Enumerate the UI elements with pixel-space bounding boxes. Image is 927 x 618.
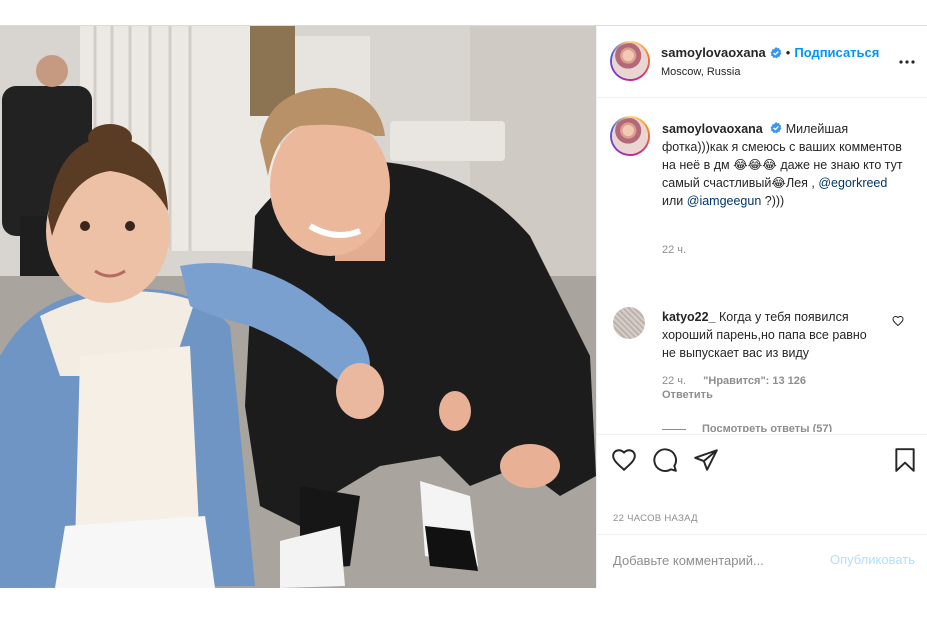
action-bar <box>597 434 927 494</box>
author-username[interactable]: samoylovaoxana <box>661 45 766 60</box>
commenter-avatar[interactable] <box>613 307 645 339</box>
post-header: samoylovaoxana • Подписаться Moscow, Rus… <box>597 26 927 98</box>
reply-button[interactable]: Ответить <box>662 389 713 401</box>
publish-button[interactable]: Опубликовать <box>830 552 915 567</box>
caption-avatar[interactable] <box>610 116 650 156</box>
share-icon[interactable] <box>693 447 719 473</box>
caption-body-2: или <box>662 194 684 208</box>
separator-dot: • <box>785 45 791 60</box>
comment-time: 22 ч. <box>662 375 687 387</box>
caption-username[interactable]: samoylovaoxana <box>662 122 763 136</box>
mention-egorkreed[interactable]: @egorkreed <box>818 176 887 190</box>
comment-text: katyo22_ Когда у тебя появился хороший п… <box>662 308 882 362</box>
post-sidebar: samoylovaoxana • Подписаться Moscow, Rus… <box>596 26 927 588</box>
caption-body-3: ?))) <box>764 194 785 208</box>
verified-badge-icon <box>770 46 782 58</box>
view-replies-button[interactable]: Посмотреть ответы (57) <box>662 423 832 432</box>
add-comment-bar: Опубликовать <box>597 534 927 588</box>
post-location[interactable]: Moscow, Russia <box>661 66 740 78</box>
comment-input[interactable] <box>613 550 823 570</box>
photo-illustration <box>0 26 596 588</box>
comment-meta: 22 ч. "Нравится": 13 126 <box>662 375 806 387</box>
comments-section[interactable]: samoylovaoxana Милейшая фотка)))как я см… <box>597 99 927 432</box>
verified-badge-icon <box>770 122 782 134</box>
mention-iamgeegun[interactable]: @iamgeegun <box>687 194 762 208</box>
post-photo[interactable] <box>0 26 596 588</box>
bookmark-icon[interactable] <box>892 447 918 473</box>
comment-heart-icon[interactable] <box>892 315 904 327</box>
commenter-username[interactable]: katyo22_ <box>662 310 716 324</box>
caption-text: samoylovaoxana Милейшая фотка)))как я см… <box>662 120 907 210</box>
heart-icon[interactable] <box>611 447 637 473</box>
author-row: samoylovaoxana • Подписаться <box>661 45 879 60</box>
caption-time: 22 ч. <box>662 244 687 256</box>
instagram-post: samoylovaoxana • Подписаться Moscow, Rus… <box>0 25 927 588</box>
author-avatar[interactable] <box>610 41 650 81</box>
comment-likes[interactable]: "Нравится": 13 126 <box>703 375 806 387</box>
follow-button[interactable]: Подписаться <box>794 45 879 60</box>
view-replies-label: Посмотреть ответы (57) <box>702 423 833 432</box>
post-timestamp[interactable]: 22 часов назад <box>613 513 698 524</box>
replies-divider <box>662 428 686 430</box>
more-icon[interactable] <box>898 53 916 71</box>
comment-icon[interactable] <box>652 447 678 473</box>
